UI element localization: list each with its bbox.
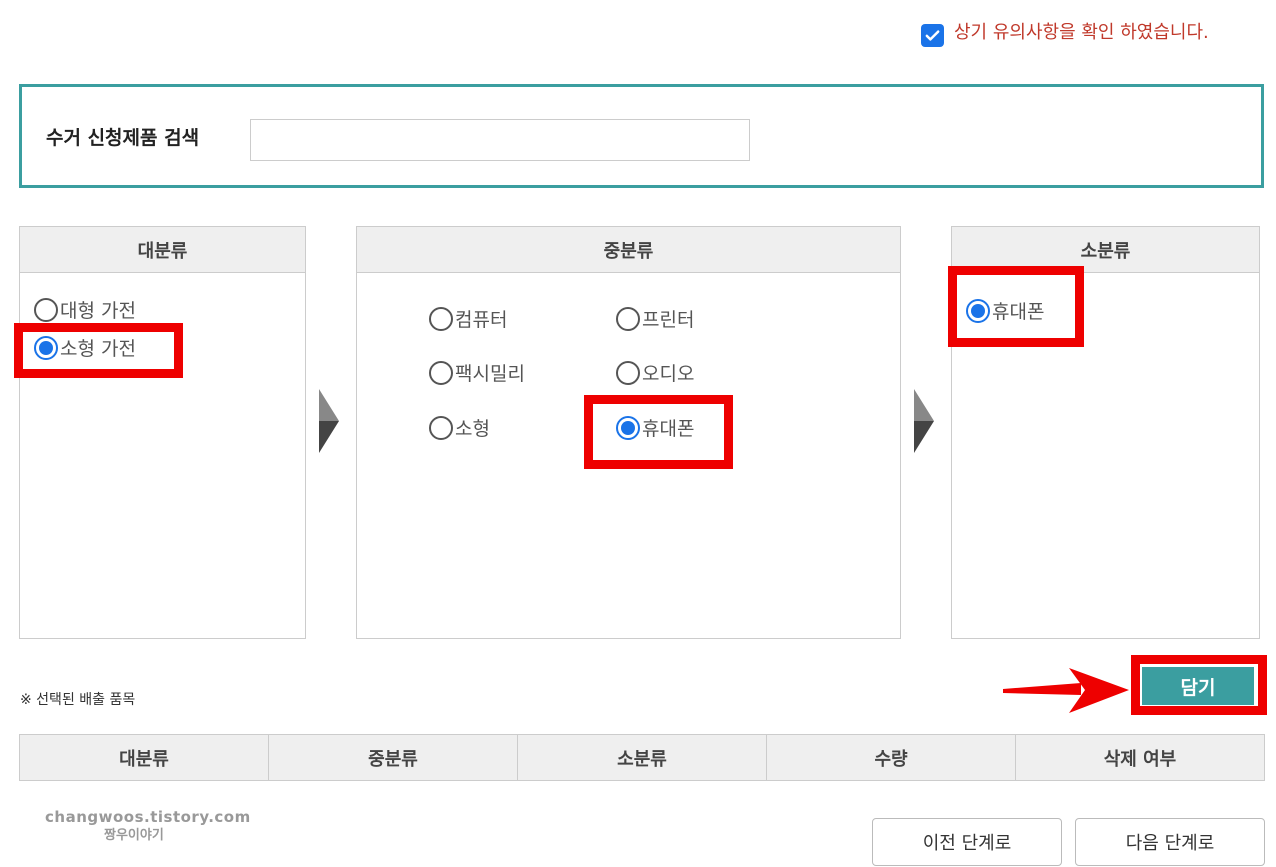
option-label: 대형 가전 <box>60 300 136 322</box>
selected-items-note: ※ 선택된 배출 품목 <box>20 692 136 708</box>
middle-option-fax[interactable]: 팩시밀리 <box>429 359 525 386</box>
radio-icon <box>616 306 640 331</box>
option-label: 프린터 <box>642 309 695 331</box>
radio-icon <box>429 415 453 440</box>
radio-icon <box>429 306 453 331</box>
next-step-button[interactable]: 다음 단계로 <box>1075 818 1265 866</box>
radio-icon <box>429 360 453 385</box>
arrow-right-icon <box>914 389 934 453</box>
agree-checkbox[interactable] <box>921 24 944 47</box>
selected-items-table-header: 대분류 중분류 소분류 수량 삭제 여부 <box>19 734 1265 781</box>
search-input[interactable] <box>250 119 750 161</box>
middle-option-small[interactable]: 소형 <box>429 414 490 441</box>
column-header: 중분류 <box>269 735 518 780</box>
option-label: 팩시밀리 <box>455 363 525 385</box>
watermark-name: 짱우이야기 <box>104 828 164 843</box>
column-header: 수량 <box>767 735 1016 780</box>
highlight-box <box>948 266 1084 347</box>
column-header: 삭제 여부 <box>1103 748 1177 770</box>
option-label: 컴퓨터 <box>455 309 508 331</box>
middle-option-computer[interactable]: 컴퓨터 <box>429 305 507 332</box>
middle-option-printer[interactable]: 프린터 <box>616 305 694 332</box>
option-label: 오디오 <box>642 363 695 385</box>
column-header: 소분류 <box>518 735 767 780</box>
major-category-title: 대분류 <box>20 227 305 273</box>
highlight-box <box>584 395 733 469</box>
annotation-arrow-icon <box>1003 668 1129 713</box>
agree-label: 상기 유의사항을 확인 하였습니다. <box>954 22 1209 43</box>
major-option-large[interactable]: 대형 가전 <box>34 296 136 323</box>
middle-category-title: 중분류 <box>357 227 900 273</box>
prev-step-button[interactable]: 이전 단계로 <box>872 818 1062 866</box>
radio-icon <box>34 297 58 322</box>
arrow-right-icon <box>319 389 339 453</box>
radio-icon <box>616 360 640 385</box>
column-header: 대분류 <box>20 735 269 780</box>
checkmark-icon <box>925 30 940 41</box>
major-category-panel: 대분류 <box>19 226 306 639</box>
highlight-box <box>1131 655 1267 715</box>
highlight-box <box>14 323 183 378</box>
option-label: 소형 <box>455 418 490 440</box>
middle-option-audio[interactable]: 오디오 <box>616 359 694 386</box>
search-label: 수거 신청제품 검색 <box>46 127 200 149</box>
